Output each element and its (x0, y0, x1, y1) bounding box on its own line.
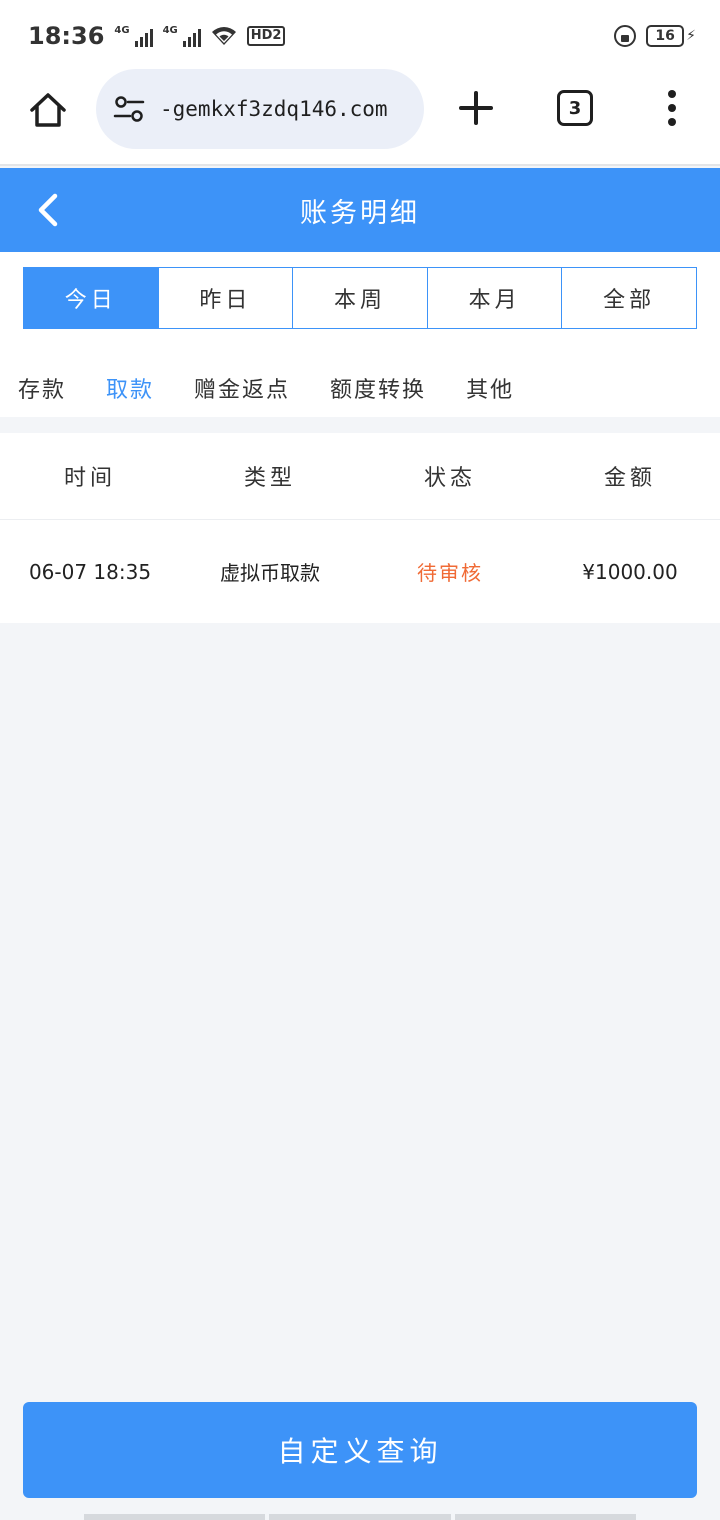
filter-section: 今日 昨日 本周 本月 全部 存款 取款 赠金返点 额度转换 其他 (0, 252, 720, 417)
column-header-type: 类型 (243, 466, 296, 491)
row-type: 虚拟币取款 (220, 561, 320, 585)
period-tab-today[interactable]: 今日 (24, 268, 159, 328)
column-header-amount: 金额 (603, 466, 656, 491)
app-header: 账务明细 (0, 168, 720, 252)
period-tab-this-month[interactable]: 本月 (428, 268, 563, 328)
row-time: 06-07 18:35 (28, 559, 152, 584)
more-options-icon[interactable] (660, 88, 684, 128)
cellular-signal-icon: 4G (114, 25, 153, 47)
hd-voice-badge: HD2 (246, 26, 286, 46)
cellular-signal-icon-2: 4G (163, 25, 201, 47)
table-header: 时间 类型 状态 金额 (0, 433, 720, 520)
battery-indicator: 16 ⚡ (646, 25, 696, 47)
period-tab-yesterday[interactable]: 昨日 (159, 268, 294, 328)
battery-level: 16 (646, 25, 685, 47)
category-tab-withdrawal[interactable]: 取款 (106, 372, 154, 404)
period-tabs: 今日 昨日 本周 本月 全部 (23, 267, 697, 329)
status-bar: 18:36 4G 4G HD2 16 ⚡ (0, 0, 720, 72)
category-tab-bonus-rebate[interactable]: 赠金返点 (194, 372, 290, 404)
address-bar[interactable]: -gemkxf3zdq146.com (96, 69, 424, 149)
status-left: 18:36 4G 4G HD2 (28, 22, 286, 50)
status-right: 16 ⚡ (614, 25, 696, 47)
category-tab-credit-transfer[interactable]: 额度转换 (330, 372, 426, 404)
column-header-status: 状态 (423, 466, 476, 491)
status-time: 18:36 (28, 22, 105, 50)
bottom-divider (84, 1514, 636, 1520)
category-tab-deposit[interactable]: 存款 (18, 372, 66, 404)
category-tabs: 存款 取款 赠金返点 额度转换 其他 (18, 370, 554, 406)
chevron-left-icon (38, 193, 58, 227)
period-tab-all[interactable]: 全部 (562, 268, 696, 328)
row-amount: ¥1000.00 (582, 559, 678, 584)
browser-toolbar: -gemkxf3zdq146.com 3 (0, 69, 720, 166)
back-button[interactable] (28, 190, 68, 230)
tab-switcher-button[interactable]: 3 (557, 90, 593, 126)
row-status: 待审核 (417, 561, 483, 585)
category-tab-other[interactable]: 其他 (466, 372, 514, 404)
custom-query-button[interactable]: 自定义查询 (23, 1402, 697, 1498)
column-header-time: 时间 (63, 466, 116, 491)
site-settings-icon[interactable] (112, 92, 146, 126)
network-type-label-2: 4G (162, 25, 178, 36)
wifi-icon (211, 27, 236, 45)
url-text[interactable]: -gemkxf3zdq146.com (160, 97, 388, 121)
page-title: 账务明细 (300, 197, 420, 229)
records-table: 时间 类型 状态 金额 06-07 18:35 虚拟币取款 待审核 ¥1000.… (0, 433, 720, 623)
period-tab-this-week[interactable]: 本周 (293, 268, 428, 328)
charging-bolt-icon: ⚡ (686, 28, 696, 44)
home-icon[interactable] (28, 90, 68, 130)
new-tab-icon[interactable] (456, 88, 496, 128)
rotation-lock-icon (614, 25, 637, 47)
table-row[interactable]: 06-07 18:35 虚拟币取款 待审核 ¥1000.00 (0, 520, 720, 623)
network-type-label: 4G (114, 25, 130, 36)
